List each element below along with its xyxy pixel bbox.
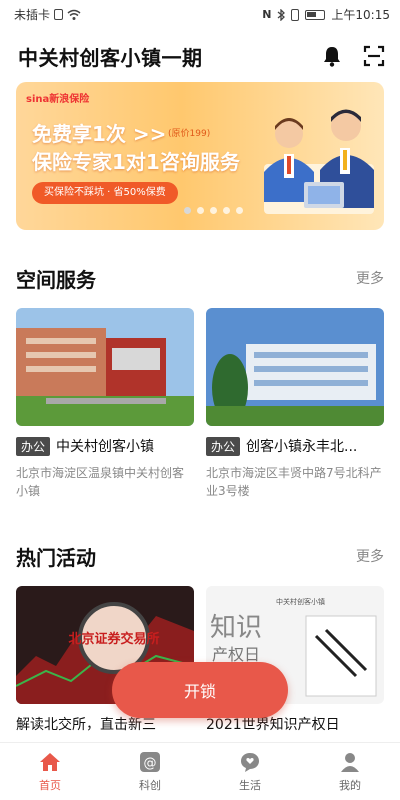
activity-image-text-1: 知识 — [210, 613, 262, 643]
sim-icon — [54, 9, 64, 20]
promo-banner[interactable]: sina新浪保险 免费享1次 >> (原价199) 保险专家1对1咨询服务 买保… — [16, 82, 384, 230]
clock: 上午10:15 — [331, 8, 390, 22]
nfc-icon: N — [262, 8, 272, 21]
carousel-dot[interactable] — [197, 207, 204, 214]
tab-innovation[interactable]: @ 科创 — [100, 743, 200, 800]
bluetooth-icon — [277, 8, 286, 21]
home-icon — [38, 750, 62, 774]
carousel-dot[interactable] — [236, 207, 243, 214]
space-card-photo — [16, 308, 194, 426]
space-card[interactable]: 办公 创客小镇永丰北... 北京市海淀区丰贤中路7号北科产业3号楼 — [206, 308, 384, 500]
page-title: 中关村创客小镇一期 — [18, 45, 203, 70]
space-card-tag: 办公 — [16, 436, 51, 456]
tab-life[interactable]: 生活 — [200, 743, 300, 800]
space-card-address: 北京市海淀区丰贤中路7号北科产业3号楼 — [206, 466, 382, 498]
bell-icon[interactable] — [320, 44, 344, 68]
unlock-button[interactable]: 开锁 — [112, 662, 288, 718]
carousel-dot[interactable] — [184, 207, 191, 214]
space-section-title: 空间服务 — [16, 267, 96, 292]
app-header: 中关村创客小镇一期 — [18, 36, 386, 76]
status-bar: 未插卡 N 上午10:15 — [0, 0, 400, 28]
space-card-title: 中关村创客小镇 — [56, 439, 155, 455]
banner-brand: sina新浪保险 — [26, 94, 90, 105]
space-card-address: 北京市海淀区温泉镇中关村创客小镇 — [16, 466, 185, 498]
space-more-link[interactable]: 更多 — [356, 268, 384, 288]
wifi-icon — [67, 9, 81, 20]
carrier-label: 未插卡 — [14, 8, 51, 22]
chat-heart-icon — [238, 750, 262, 774]
activity-image-logo: 中关村创客小镇 — [276, 597, 325, 606]
banner-headline: 免费享1次 >> — [32, 122, 167, 146]
battery-icon — [305, 9, 326, 20]
tab-mine[interactable]: 我的 — [300, 743, 400, 800]
vibrate-icon — [291, 8, 300, 21]
carousel-dot[interactable] — [210, 207, 217, 214]
space-card-tag: 办公 — [206, 436, 241, 456]
tab-label: 首页 — [39, 779, 61, 792]
tab-label: 科创 — [139, 779, 161, 792]
banner-subheadline: 保险专家1对1咨询服务 — [32, 150, 240, 174]
bottom-tab-bar: 首页 @ 科创 生活 我的 — [0, 742, 400, 800]
carousel-dot[interactable] — [223, 207, 230, 214]
at-icon: @ — [138, 750, 162, 774]
carousel-dots — [184, 207, 243, 214]
scan-icon[interactable] — [362, 44, 386, 68]
space-card-photo — [206, 308, 384, 426]
svg-text:@: @ — [144, 756, 157, 771]
activity-section-header: 热门活动 更多 — [16, 542, 384, 570]
activity-more-link[interactable]: 更多 — [356, 546, 384, 566]
space-card[interactable]: 办公 中关村创客小镇 北京市海淀区温泉镇中关村创客小镇 — [16, 308, 194, 500]
space-card-title: 创客小镇永丰北... — [246, 439, 358, 455]
banner-cta[interactable]: 买保险不踩坑 · 省50%保费 — [32, 182, 178, 204]
person-icon — [338, 750, 362, 774]
tab-label: 我的 — [339, 779, 361, 792]
activity-section-title: 热门活动 — [16, 545, 96, 570]
banner-original-price: (原价199) — [168, 129, 211, 139]
tab-label: 生活 — [239, 779, 261, 792]
tab-home[interactable]: 首页 — [0, 743, 100, 800]
activity-image-text: 北京证券交易所 — [68, 631, 159, 647]
space-section-header: 空间服务 更多 — [16, 264, 384, 292]
consultants-illustration — [264, 109, 374, 214]
